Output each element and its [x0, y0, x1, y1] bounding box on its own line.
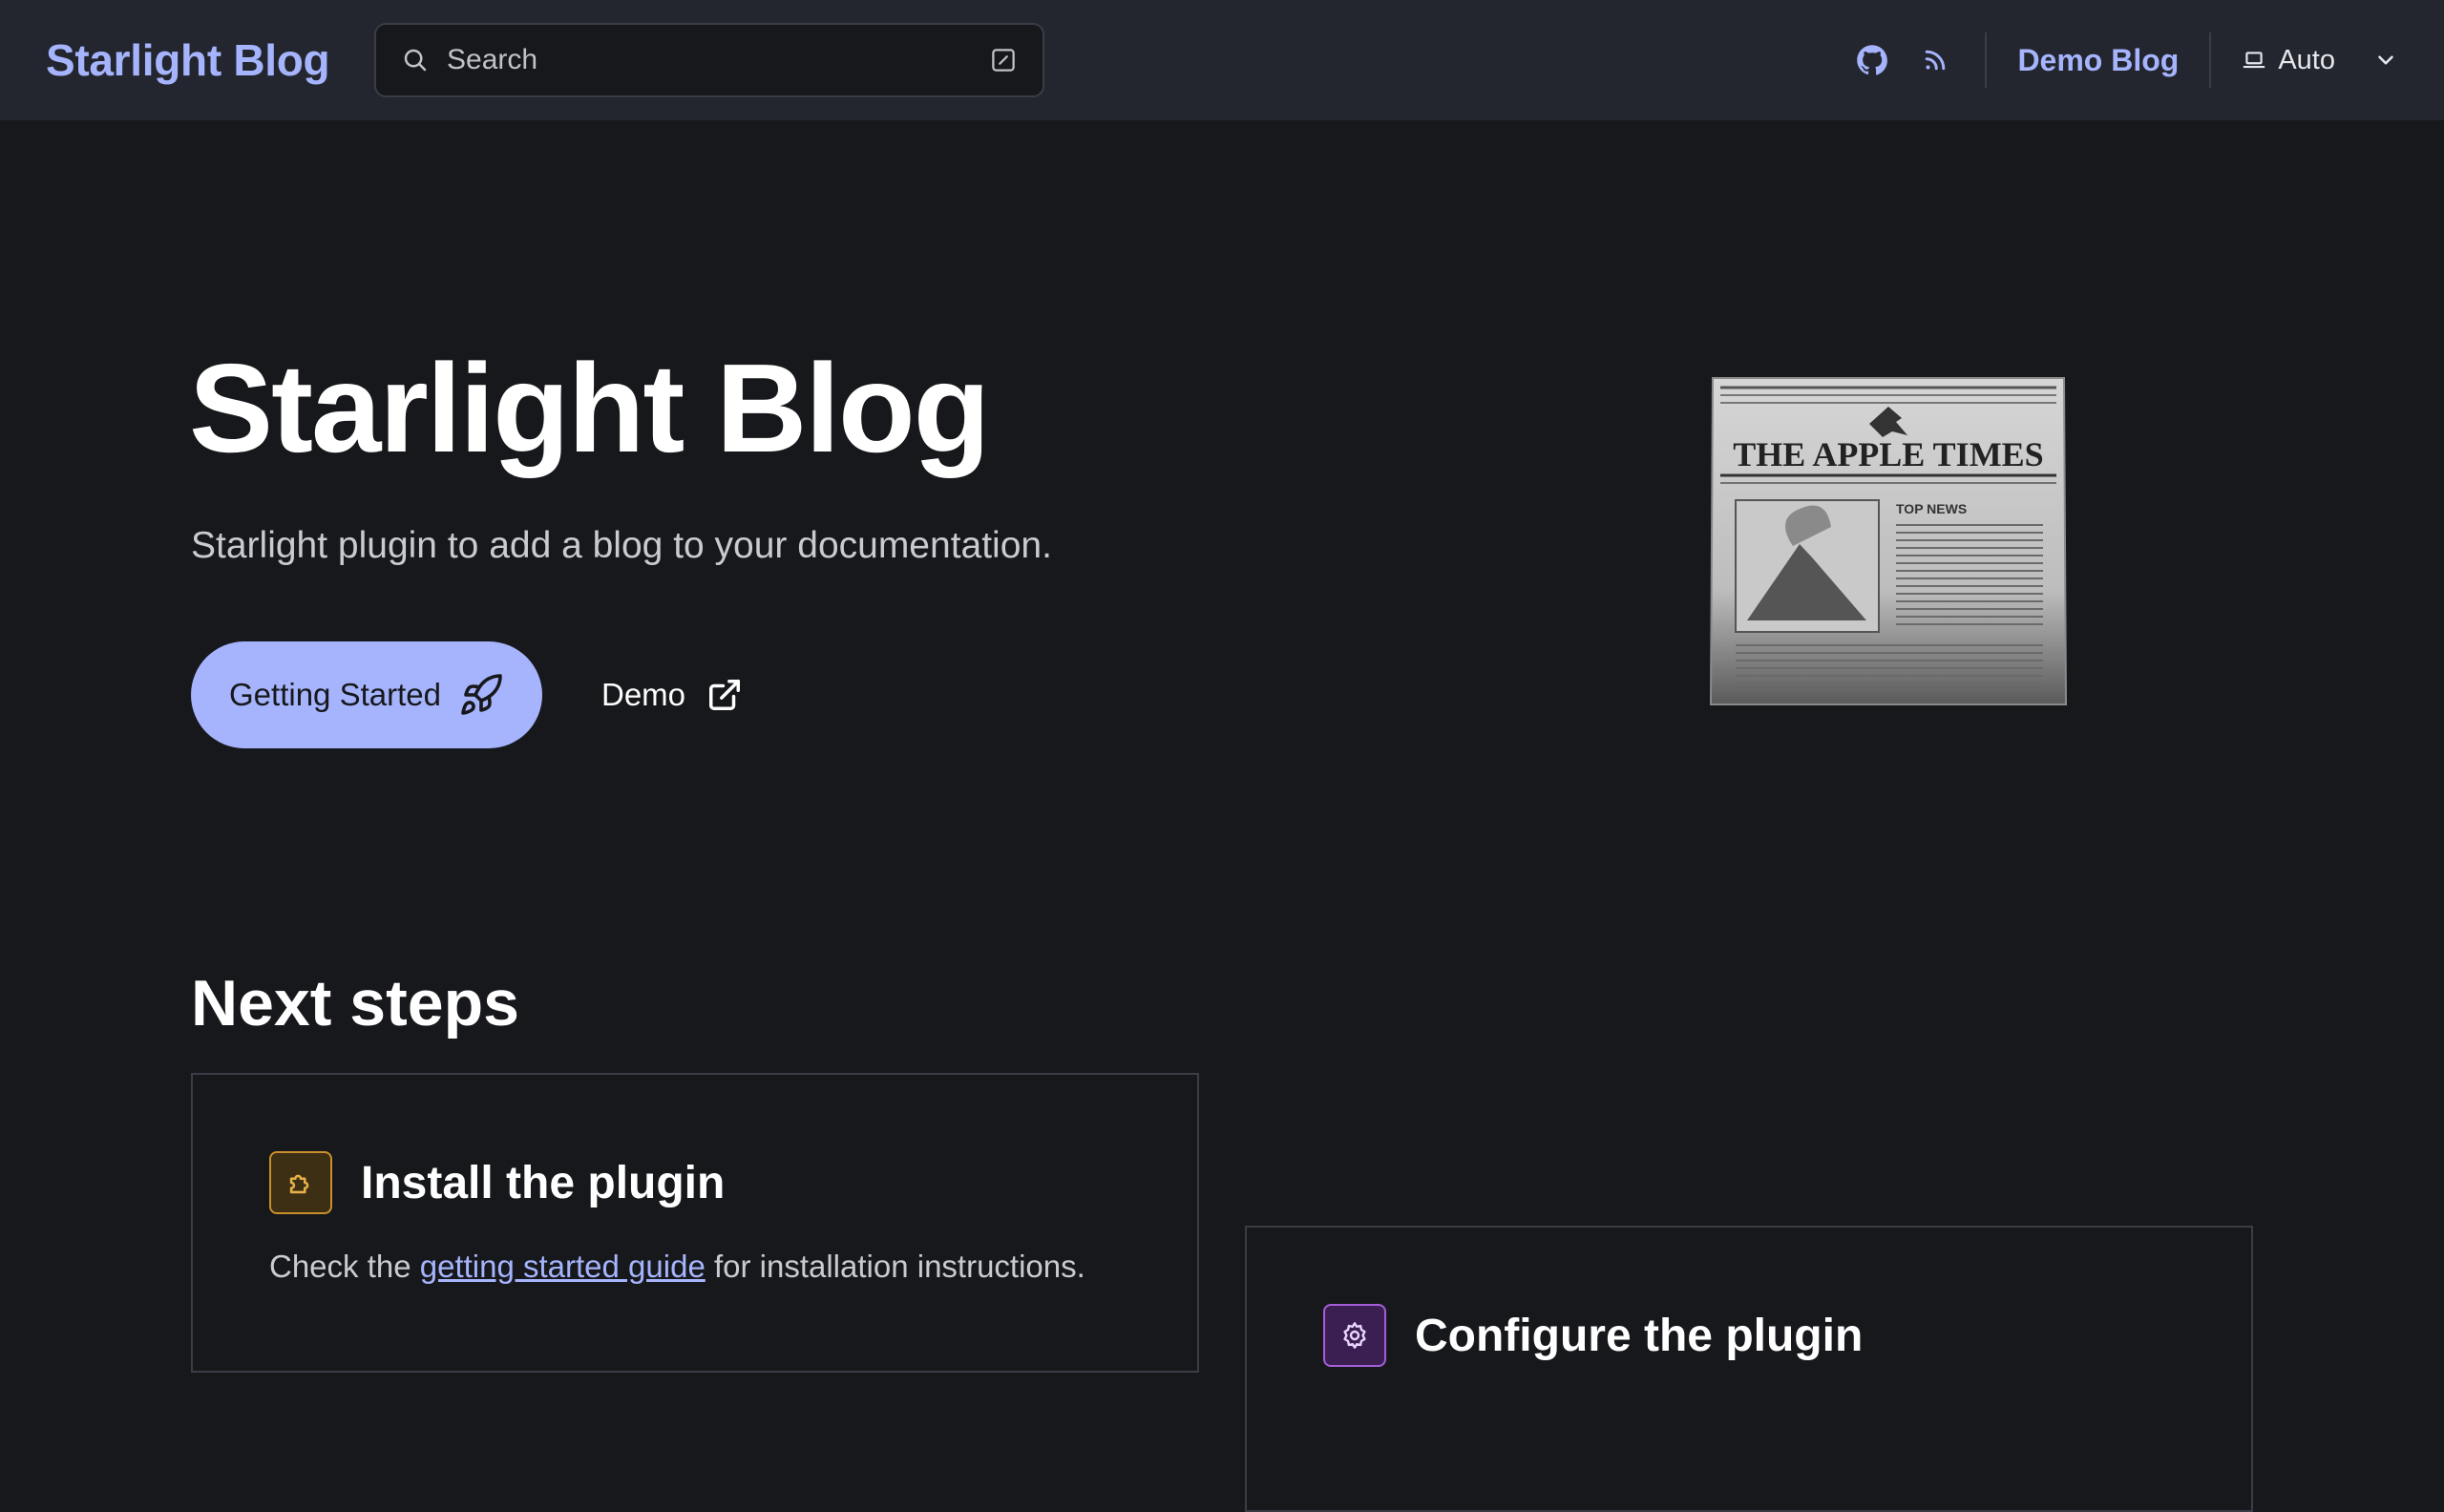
getting-started-label: Getting Started	[229, 677, 441, 712]
card-header: Install the plugin	[269, 1151, 725, 1214]
site-header: Starlight Blog Search Demo Blog Auto	[0, 0, 2444, 120]
github-icon[interactable]	[1853, 41, 1891, 79]
card-header: Configure the plugin	[1323, 1304, 1863, 1367]
card-install-plugin: Install the plugin Check the getting sta…	[191, 1073, 1199, 1373]
getting-started-guide-link[interactable]: getting started guide	[420, 1249, 706, 1284]
newspaper-section-label: TOP NEWS	[1896, 501, 1967, 516]
theme-select[interactable]: Auto	[2242, 45, 2398, 76]
gear-icon	[1323, 1304, 1386, 1367]
card-title: Configure the plugin	[1415, 1310, 1864, 1361]
rocket-icon	[461, 674, 502, 715]
newspaper-illustration: THE APPLE TIMES TOP NEWS	[1709, 377, 2068, 705]
card-configure-plugin: Configure the plugin	[1245, 1226, 2253, 1512]
next-steps-heading: Next steps	[191, 967, 519, 1040]
rss-icon[interactable]	[1916, 41, 1954, 79]
demo-button[interactable]: Demo	[601, 641, 743, 748]
search-icon	[404, 49, 427, 72]
search-input[interactable]: Search	[374, 23, 1044, 97]
card-body-suffix: for installation instructions.	[705, 1249, 1085, 1284]
newspaper-masthead: THE APPLE TIMES	[1733, 435, 2043, 473]
demo-label: Demo	[601, 677, 686, 712]
card-body-prefix: Check the	[269, 1249, 420, 1284]
laptop-icon	[2243, 52, 2265, 69]
hero-tagline: Starlight plugin to add a blog to your d…	[191, 525, 1052, 566]
hero-title: Starlight Blog	[189, 338, 990, 478]
getting-started-button[interactable]: Getting Started	[191, 641, 542, 748]
header-actions: Demo Blog Auto	[1853, 0, 2398, 120]
demo-blog-link[interactable]: Demo Blog	[2017, 43, 2179, 78]
site-title-link[interactable]: Starlight Blog	[46, 34, 330, 86]
theme-select-label: Auto	[2278, 44, 2335, 75]
chevron-down-icon	[2378, 55, 2393, 65]
header-divider	[2209, 32, 2212, 88]
external-link-icon	[709, 680, 741, 710]
card-title: Install the plugin	[361, 1157, 726, 1208]
search-placeholder: Search	[447, 44, 538, 75]
puzzle-icon	[269, 1151, 332, 1214]
card-body: Check the getting started guide for inst…	[269, 1249, 1085, 1285]
header-divider	[1985, 32, 1988, 88]
keyboard-shortcut-icon	[992, 49, 1015, 72]
